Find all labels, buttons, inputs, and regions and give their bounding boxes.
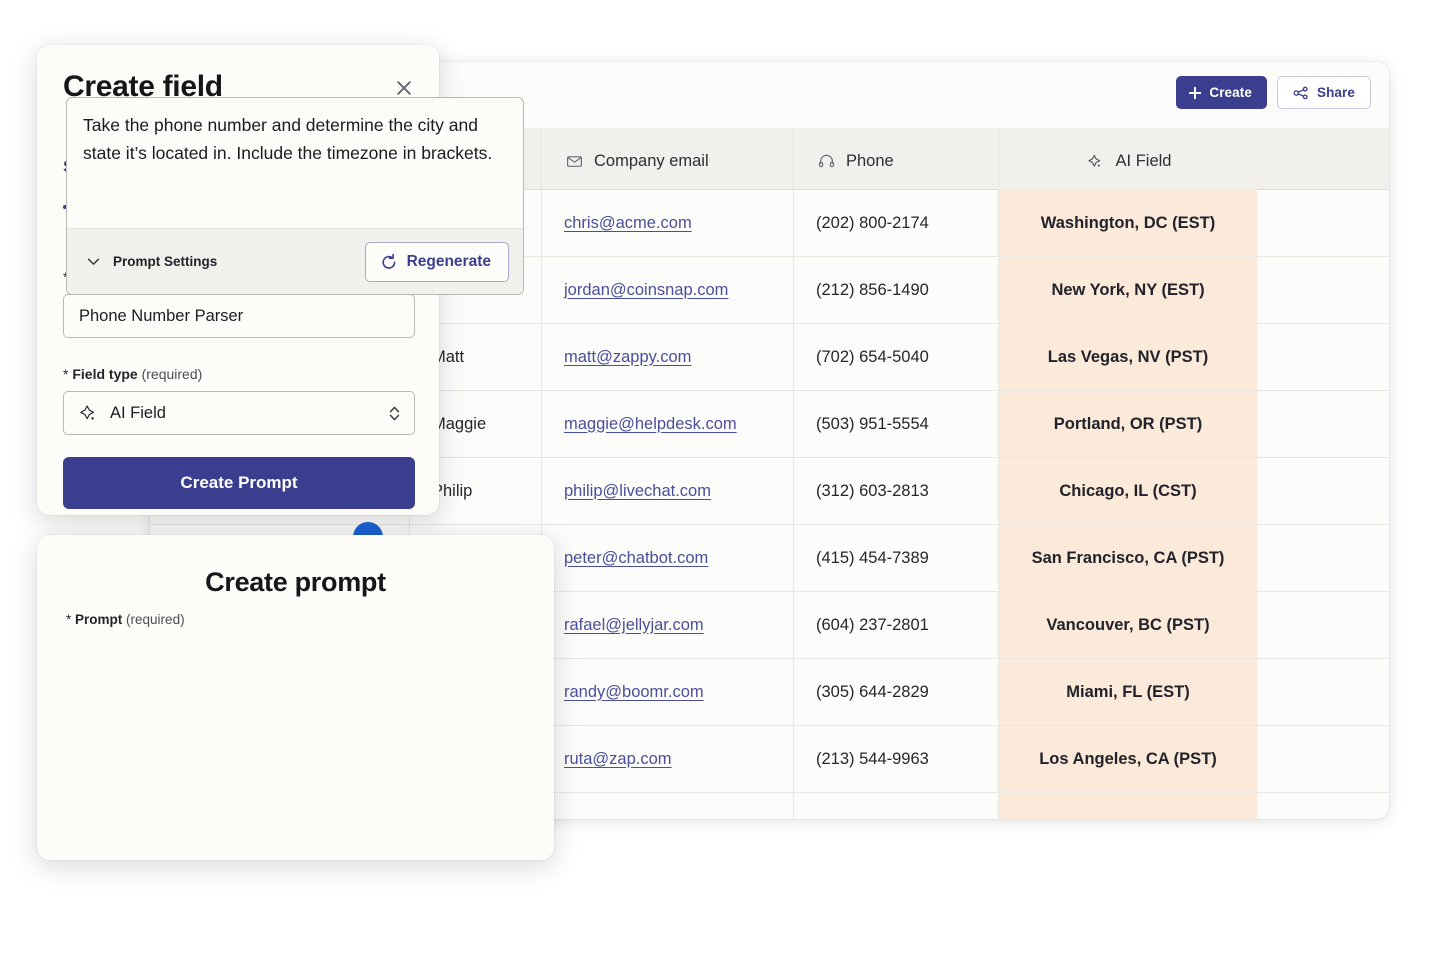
column-header-phone[interactable]: Phone [794, 128, 999, 194]
cell-ai-field[interactable]: Chicago, IL (CST) [999, 458, 1257, 524]
cell-phone[interactable]: (503) 951-5554 [794, 391, 999, 457]
prompt-settings-toggle[interactable]: Prompt Settings [85, 253, 217, 270]
required-star: * [66, 612, 72, 627]
app-root: Create Share Company email Phone AI Fiel… [0, 0, 1430, 953]
regenerate-button[interactable]: Regenerate [364, 241, 509, 282]
sparkle-icon [1085, 151, 1105, 171]
cell-ai-field[interactable]: San Francisco, CA (PST) [999, 793, 1257, 819]
share-button-label: Share [1316, 85, 1355, 100]
cell-phone[interactable]: (604) 237-2801 [794, 592, 999, 658]
email-link[interactable]: ruta@zap.com [564, 750, 672, 769]
cell-email[interactable]: randy@boomr.com [542, 659, 794, 725]
cell-email[interactable]: maggie@helpdesk.com [542, 391, 794, 457]
cell-email[interactable]: matt@zappy.com [542, 324, 794, 390]
email-link[interactable]: maggie@helpdesk.com [564, 415, 737, 434]
cell-email[interactable]: francis@coinsnap.com [542, 793, 794, 819]
field-type-label: * Field type (required) [63, 366, 415, 382]
create-prompt-title: Create prompt [205, 567, 386, 597]
column-header-email[interactable]: Company email [542, 128, 794, 194]
cell-phone[interactable]: (312) 603-2813 [794, 458, 999, 524]
column-header-phone-label: Phone [846, 151, 894, 170]
cell-phone[interactable]: (305) 644-2829 [794, 659, 999, 725]
create-prompt-modal: Create prompt * Prompt (required) [37, 535, 554, 860]
create-button-label: Create [1209, 85, 1252, 100]
cell-phone[interactable]: (212) 856-1490 [794, 257, 999, 323]
headset-icon [816, 151, 836, 171]
prompt-field-label: * Prompt (required) [66, 612, 185, 627]
email-link[interactable]: rafael@jellyjar.com [564, 616, 704, 635]
cell-email[interactable]: ruta@zap.com [542, 726, 794, 792]
cell-ai-field[interactable]: Portland, OR (PST) [999, 391, 1257, 457]
column-header-email-label: Company email [594, 151, 709, 170]
prompt-footer: Prompt Settings Regenerate [67, 228, 523, 294]
chevron-updown-icon [387, 404, 402, 423]
field-type-label-text: Field type [72, 366, 138, 382]
field-type-group: * Field type (required) AI Field [63, 366, 415, 435]
share-network-icon [1293, 85, 1309, 101]
cell-phone[interactable]: (202) 800-2174 [794, 190, 999, 256]
field-type-value: AI Field [110, 403, 166, 422]
field-type-required-text: (required) [141, 366, 203, 382]
create-button[interactable]: Create [1176, 76, 1267, 109]
prompt-settings-label: Prompt Settings [113, 254, 218, 269]
email-link[interactable]: francis@coinsnap.com [564, 817, 731, 820]
cell-email[interactable]: philip@livechat.com [542, 458, 794, 524]
cell-email[interactable]: chris@acme.com [542, 190, 794, 256]
toolbar-actions: Create Share [1176, 76, 1371, 109]
email-link[interactable]: jordan@coinsnap.com [564, 281, 728, 300]
create-prompt-button[interactable]: Create Prompt [63, 457, 415, 509]
column-header-ai-field-label: AI Field [1115, 151, 1172, 170]
email-link[interactable]: peter@chatbot.com [564, 549, 708, 568]
cell-phone[interactable]: (415) 207-5864 [794, 793, 999, 819]
cell-ai-field[interactable]: Washington, DC (EST) [999, 190, 1257, 256]
chevron-down-icon [85, 253, 102, 270]
prompt-textarea-value: Take the phone number and determine the … [83, 115, 493, 163]
plus-icon [1188, 86, 1202, 100]
prompt-label-text: Prompt [75, 612, 123, 627]
envelope-icon [564, 151, 584, 171]
field-name-input[interactable] [63, 294, 415, 338]
cell-ai-field[interactable]: Vancouver, BC (PST) [999, 592, 1257, 658]
cell-email[interactable]: rafael@jellyjar.com [542, 592, 794, 658]
prompt-textarea-box[interactable]: Take the phone number and determine the … [66, 97, 524, 295]
sparkle-icon [78, 403, 98, 423]
cell-email[interactable]: peter@chatbot.com [542, 525, 794, 591]
refresh-ccw-icon [380, 253, 398, 271]
column-header-ai-field[interactable]: AI Field [999, 128, 1257, 194]
cell-ai-field[interactable]: New York, NY (EST) [999, 257, 1257, 323]
cell-phone[interactable]: (213) 544-9963 [794, 726, 999, 792]
required-star: * [63, 366, 69, 382]
email-link[interactable]: philip@livechat.com [564, 482, 711, 501]
prompt-required-text: (required) [126, 612, 185, 627]
cell-email[interactable]: jordan@coinsnap.com [542, 257, 794, 323]
cell-ai-field[interactable]: Miami, FL (EST) [999, 659, 1257, 725]
regenerate-label: Regenerate [406, 252, 491, 270]
cell-ai-field[interactable]: Los Angeles, CA (PST) [999, 726, 1257, 792]
cell-ai-field[interactable]: San Francisco, CA (PST) [999, 525, 1257, 591]
email-link[interactable]: randy@boomr.com [564, 683, 704, 702]
share-button[interactable]: Share [1276, 76, 1371, 109]
cell-phone[interactable]: (415) 454-7389 [794, 525, 999, 591]
cell-phone[interactable]: (702) 654-5040 [794, 324, 999, 390]
email-link[interactable]: chris@acme.com [564, 214, 692, 233]
field-type-select[interactable]: AI Field [63, 391, 415, 435]
cell-ai-field[interactable]: Las Vegas, NV (PST) [999, 324, 1257, 390]
email-link[interactable]: matt@zappy.com [564, 348, 691, 367]
